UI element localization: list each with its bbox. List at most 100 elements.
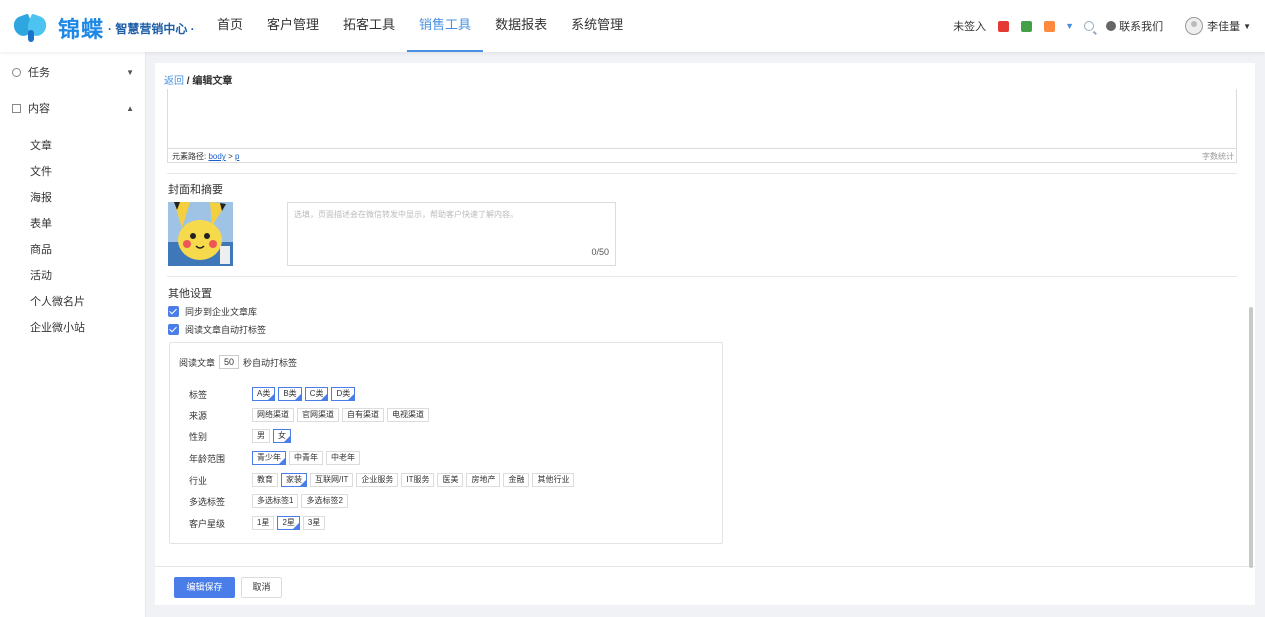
sidebar-item[interactable]: 企业微小站 [30, 319, 85, 335]
cover-section-title: 封面和摘要 [168, 184, 223, 196]
nav-item[interactable]: 客户管理 [255, 0, 331, 52]
nav-item[interactable]: 数据报表 [483, 0, 559, 52]
tag-option[interactable]: B类 [278, 387, 303, 401]
editor-statusbar: 元素路径: body > p 字数统计 [168, 148, 1236, 162]
tag-row-label: 来源 [189, 410, 208, 421]
tag-row-label: 性别 [189, 431, 208, 442]
sidebar-group-label: 任务 [28, 67, 50, 79]
avatar [1185, 17, 1204, 35]
contact-us-link[interactable]: 联系我们 [1106, 18, 1163, 34]
user-menu[interactable]: 李佳量 ▼ [1185, 17, 1251, 35]
main-panel: 返回 / 编辑文章 元素路径: body > p 字数统计 封面和摘要 选填，页… [155, 63, 1255, 605]
rich-text-editor[interactable]: 元素路径: body > p 字数统计 [167, 89, 1237, 163]
butterfly-logo-icon [11, 13, 54, 42]
word-count: 字数统计 [1202, 152, 1234, 161]
tag-option[interactable]: 其他行业 [532, 473, 575, 487]
tag-option[interactable]: 官网渠道 [297, 408, 339, 422]
sidebar-item[interactable]: 文章 [30, 137, 52, 153]
auto-tag-checkbox[interactable] [168, 324, 179, 335]
content-icon [12, 103, 21, 113]
tag-option[interactable]: 教育 [252, 473, 278, 487]
cancel-button[interactable]: 取消 [241, 577, 282, 598]
tag-option[interactable]: 网络渠道 [252, 408, 294, 422]
scrollbar[interactable] [1249, 307, 1253, 568]
cover-image[interactable] [168, 202, 233, 266]
tag-option[interactable]: 医美 [437, 473, 464, 487]
tag-option[interactable]: 金融 [503, 473, 530, 487]
sidebar-item[interactable]: 商品 [30, 241, 52, 257]
page-title: 编辑文章 [192, 76, 233, 87]
tag-option[interactable]: 青少年 [252, 451, 286, 465]
sidebar-item[interactable]: 表单 [30, 215, 52, 231]
tag-option[interactable]: 2星 [277, 516, 301, 530]
breadcrumb: 返回 / 编辑文章 [164, 72, 232, 87]
tag-row-label: 年龄范围 [189, 453, 226, 464]
tag-option[interactable]: C类 [304, 387, 329, 401]
sidebar-item[interactable]: 个人微名片 [30, 293, 85, 309]
tag-option[interactable]: 家装 [281, 473, 307, 487]
tag-option[interactable]: 互联网/IT [310, 473, 354, 487]
tag-row-label: 多选标签 [189, 496, 226, 507]
tag-option[interactable]: 女 [273, 429, 291, 443]
element-path-separator: > [228, 152, 233, 161]
element-path-p[interactable]: p [235, 152, 239, 161]
tag-option[interactable]: 电视渠道 [387, 408, 429, 422]
sidebar-group-task[interactable]: 任务 ▼ [0, 54, 146, 90]
sync-checkbox-row[interactable]: 同步到企业文章库 [168, 305, 257, 318]
callback-icon[interactable] [1044, 20, 1056, 32]
sidebar-item[interactable]: 文件 [30, 163, 52, 179]
tag-option[interactable]: 男 [252, 429, 270, 443]
element-path-body[interactable]: body [208, 152, 225, 161]
tag-option[interactable]: 1星 [252, 516, 275, 530]
tag-row-label: 行业 [189, 475, 208, 486]
auto-tag-checkbox-row[interactable]: 阅读文章自动打标签 [168, 323, 266, 336]
footer-divider [155, 566, 1255, 567]
contact-us-label: 联系我们 [1119, 21, 1164, 33]
nav-item[interactable]: 首页 [205, 0, 255, 52]
sidebar: 任务 ▼ 内容 ▲ 文章文件海报表单商品活动个人微名片企业微小站 [0, 52, 146, 617]
sidebar-group-label: 内容 [28, 103, 50, 115]
tag-option[interactable]: 中青年 [289, 451, 323, 465]
nav-item[interactable]: 系统管理 [559, 0, 635, 52]
tag-row: 年龄范围 青少年 中青年 中老年 [189, 451, 363, 465]
section-divider [167, 173, 1237, 174]
brand-name: 锦蝶 [58, 17, 105, 42]
tag-option[interactable]: 房地产 [466, 473, 501, 487]
tag-option[interactable]: D类 [331, 387, 356, 401]
sidebar-group-content[interactable]: 内容 ▲ [0, 90, 146, 126]
section-divider [167, 276, 1237, 277]
tag-option[interactable]: 多选标签2 [301, 494, 348, 508]
brand-logo[interactable]: 锦蝶 · 智慧营销中心 · [11, 12, 195, 44]
signin-status: 未签入 [953, 21, 987, 33]
tag-option[interactable]: 企业服务 [356, 473, 399, 487]
search-icon[interactable] [1084, 21, 1095, 31]
sidebar-item[interactable]: 活动 [30, 267, 52, 283]
read-seconds-input[interactable]: 50 [219, 355, 240, 369]
tag-option[interactable]: A类 [252, 387, 276, 401]
tag-row: 多选标签 多选标签1 多选标签2 [189, 494, 351, 508]
tag-row: 来源 网络渠道 官网渠道 自有渠道 电视渠道 [189, 408, 432, 422]
nav-item[interactable]: 拓客工具 [331, 0, 407, 52]
sidebar-item[interactable]: 海报 [30, 189, 52, 205]
summary-textarea[interactable]: 选填，页面描述会在微信转发中显示，帮助客户快速了解内容。 0/50 [287, 202, 616, 266]
auto-tag-settings-box: 阅读文章 50 秒自动打标签 标签 A类 B类 C类 D类 来源 网络渠道 官网渠道 自有渠道电… [169, 342, 723, 544]
tag-option[interactable]: 多选标签1 [252, 494, 299, 508]
sync-checkbox[interactable] [168, 306, 179, 317]
tag-option[interactable]: 自有渠道 [342, 408, 384, 422]
nav-item[interactable]: 销售工具 [407, 0, 484, 52]
chevron-up-icon: ▲ [126, 103, 134, 113]
save-button[interactable]: 编辑保存 [174, 577, 235, 598]
element-path-label: 元素路径: [172, 152, 207, 161]
back-link[interactable]: 返回 [164, 76, 184, 87]
summary-char-count: 0/50 [591, 247, 609, 257]
chevron-down-icon[interactable]: ▼ [1065, 21, 1074, 31]
tag-option[interactable]: IT服务 [401, 473, 435, 487]
tag-row-label: 标签 [189, 389, 208, 400]
tag-option[interactable]: 3星 [302, 516, 326, 530]
hangup-icon[interactable] [998, 20, 1010, 32]
topbar-actions: 未签入 ▼ 联系我们 李佳量 ▼ [953, 0, 1251, 52]
sync-checkbox-label: 同步到企业文章库 [185, 307, 258, 317]
brand-subtitle: · 智慧营销中心 · [108, 21, 195, 36]
tag-option[interactable]: 中老年 [326, 451, 360, 465]
phone-icon[interactable] [1021, 20, 1033, 32]
